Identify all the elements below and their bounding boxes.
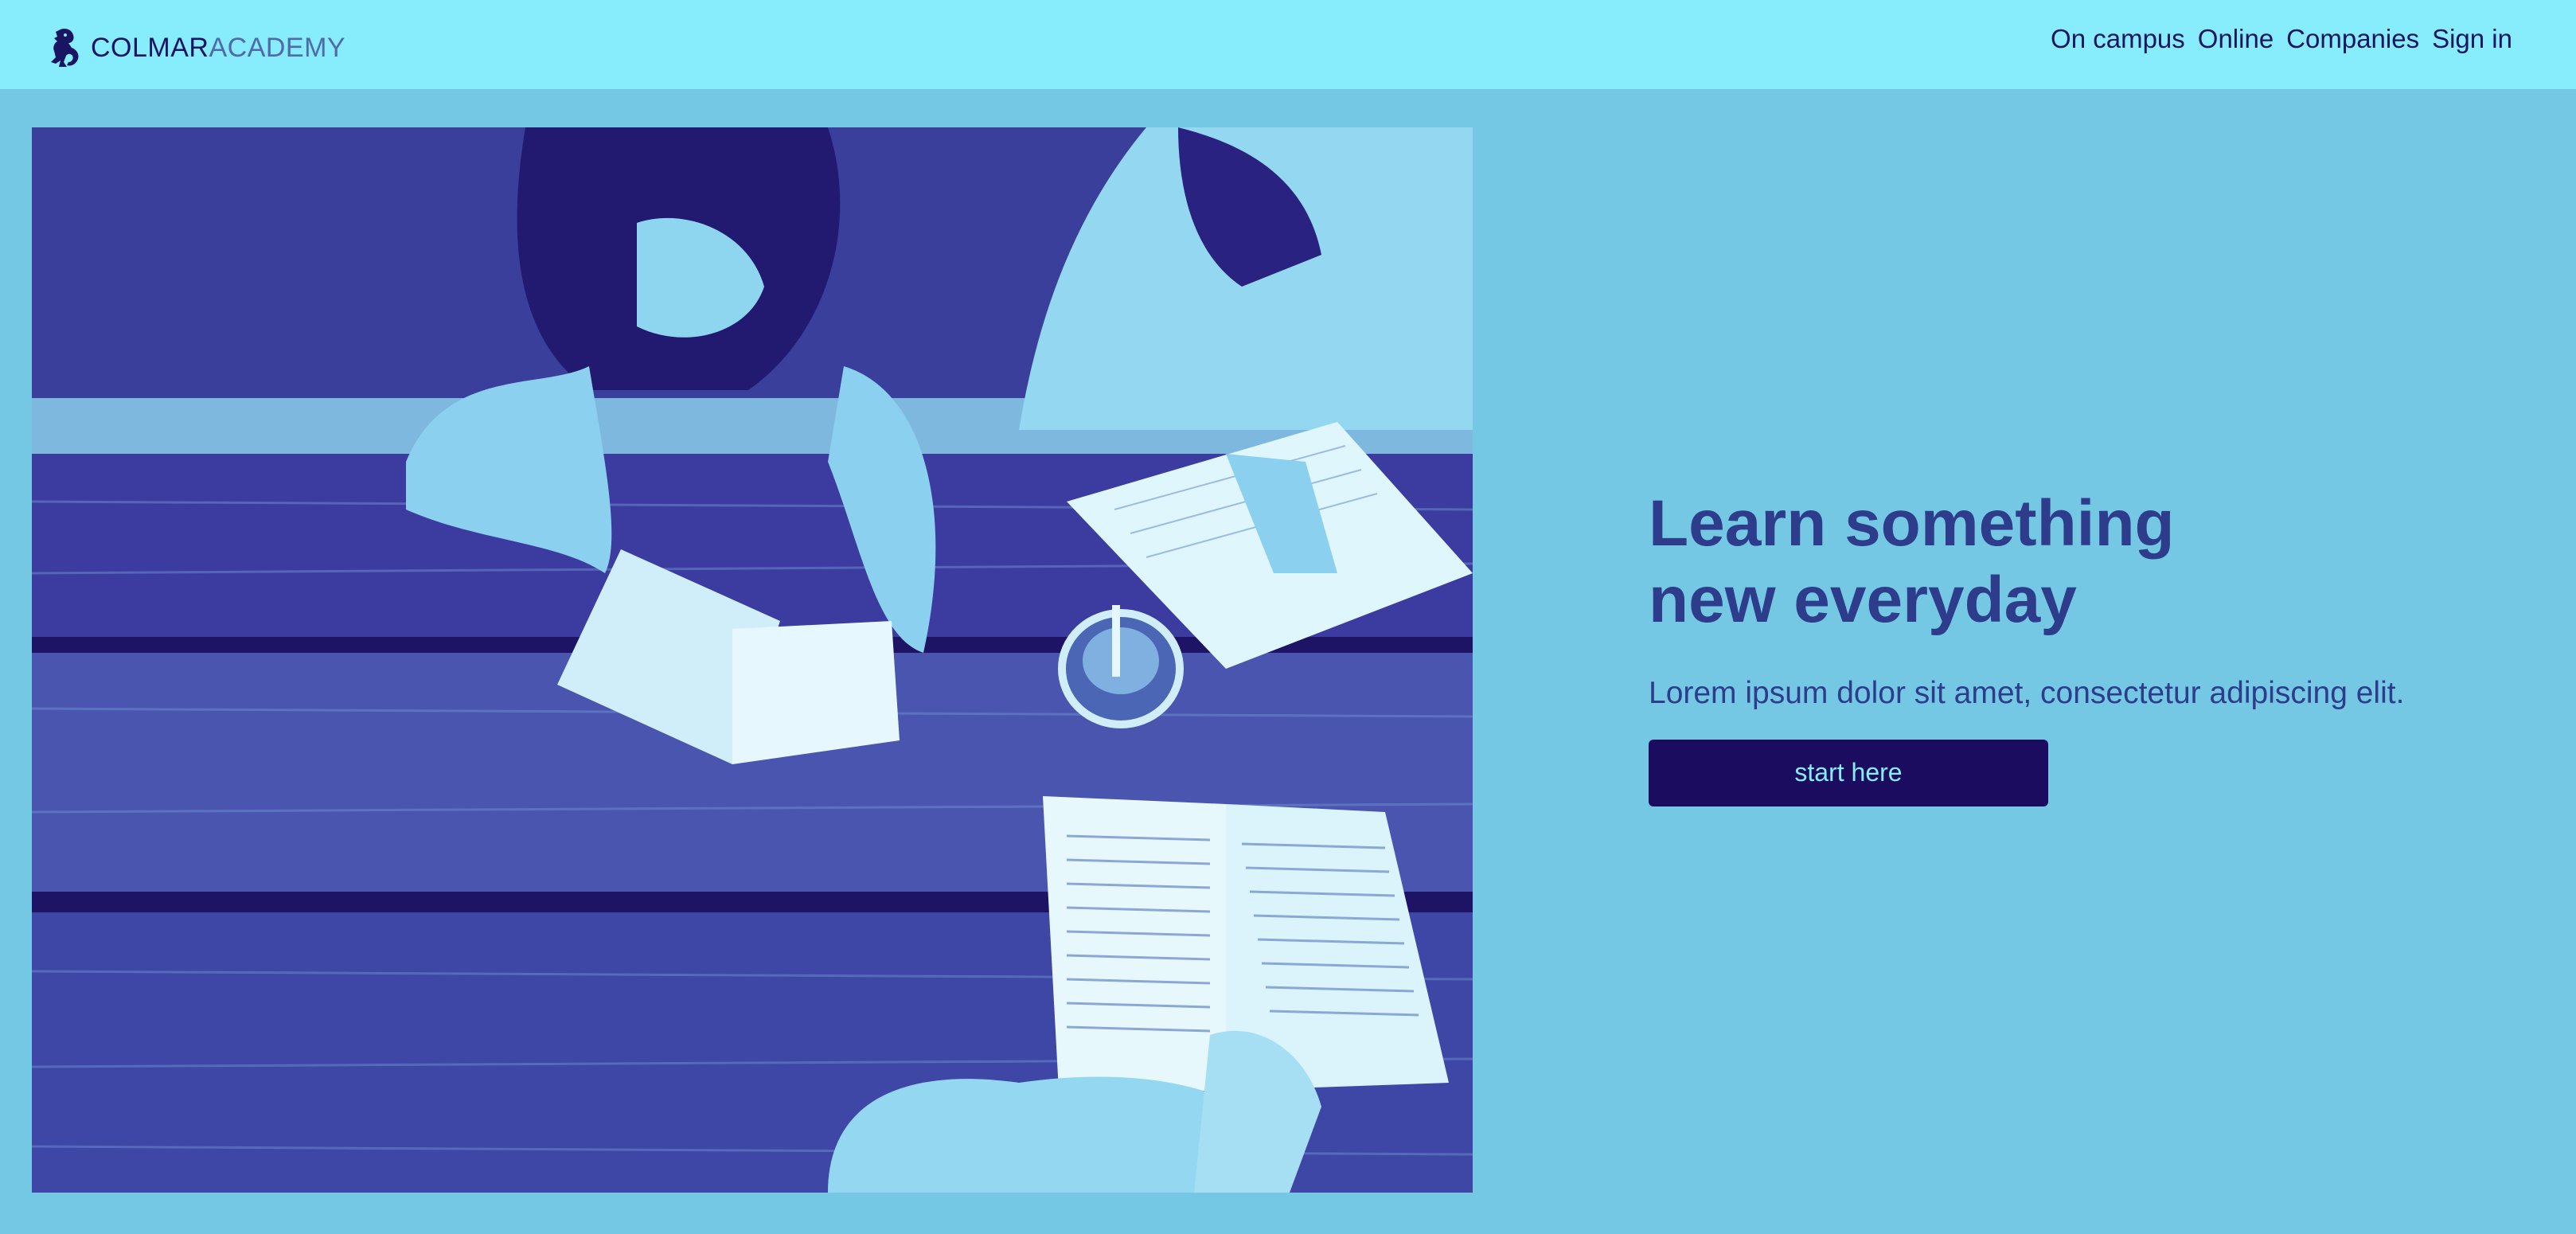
hero-copy: Learn something new everyday Lorem ipsum…: [1649, 486, 2524, 806]
nav-link-on-campus[interactable]: On campus: [2051, 24, 2185, 53]
top-navigation-bar: COLMARACADEMY On campus Online Companies…: [0, 0, 2576, 89]
brand-logo[interactable]: COLMARACADEMY: [48, 27, 345, 68]
start-here-button[interactable]: start here: [1649, 739, 2048, 806]
brand-wordmark: COLMARACADEMY: [91, 34, 345, 61]
main-nav: On campus Online Companies Sign in: [2051, 24, 2512, 53]
nav-link-online[interactable]: Online: [2198, 24, 2274, 53]
brand-name-strong: COLMAR: [91, 33, 209, 63]
nav-link-sign-in[interactable]: Sign in: [2432, 24, 2512, 53]
hero-headline-line-2: new everyday: [1649, 564, 2077, 636]
hero-image: [32, 127, 1473, 1193]
hero-headline-line-1: Learn something: [1649, 487, 2175, 560]
nav-link-companies[interactable]: Companies: [2286, 24, 2419, 53]
hero-subtitle: Lorem ipsum dolor sit amet, consectetur …: [1649, 676, 2405, 710]
hero-headline: Learn something new everyday: [1649, 486, 2190, 638]
lion-rampant-icon: [51, 29, 79, 67]
students-reading-illustration: [32, 127, 1473, 1193]
brand-name-light: ACADEMY: [209, 33, 346, 63]
